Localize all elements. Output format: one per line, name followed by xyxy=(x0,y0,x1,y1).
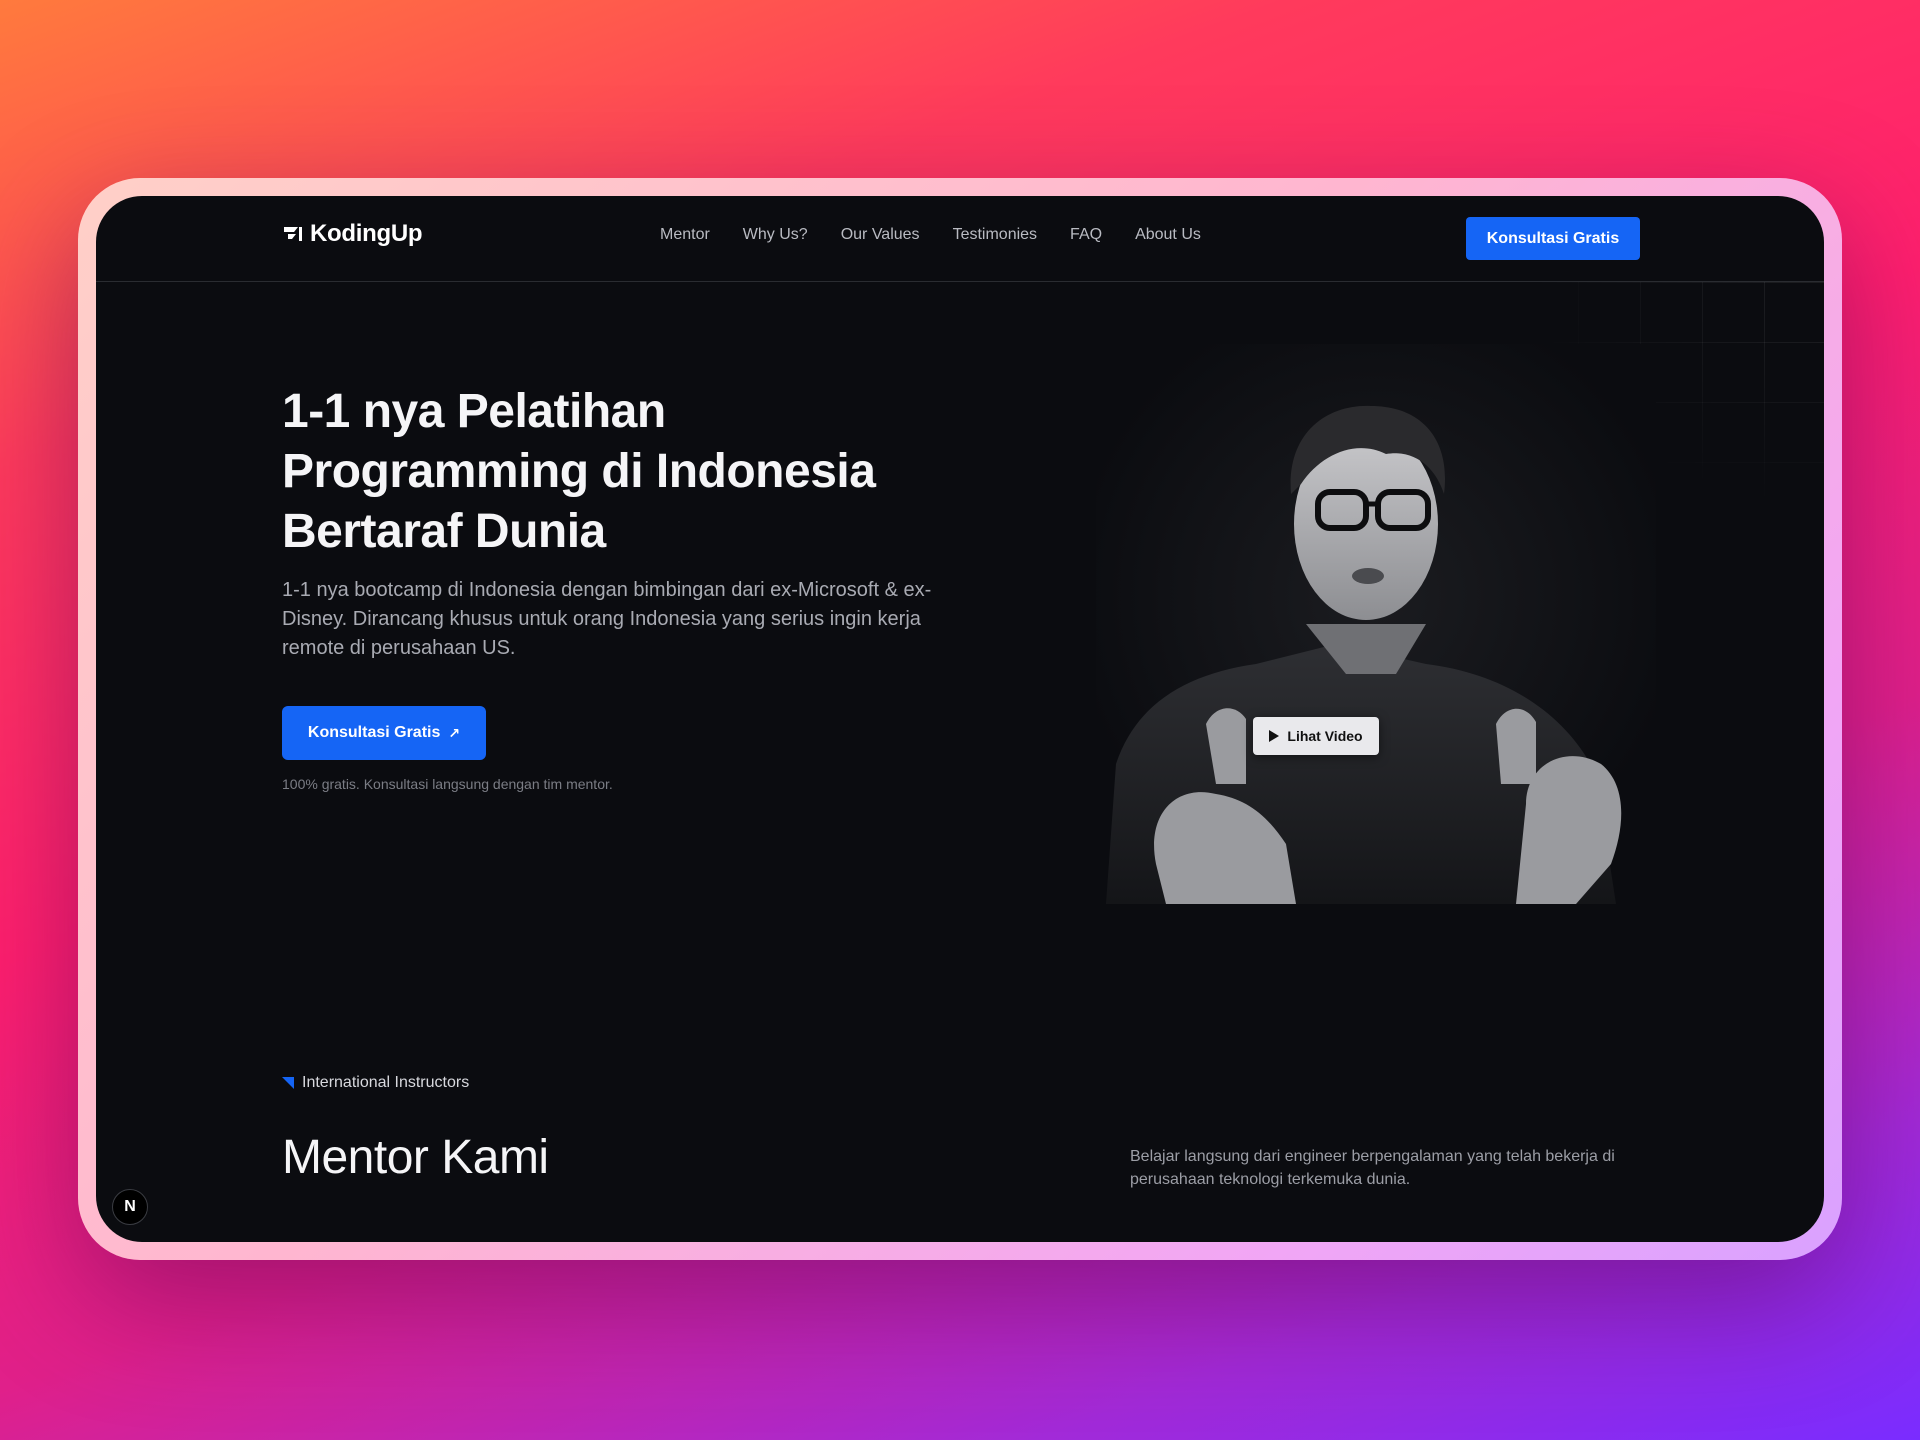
brand-logo[interactable]: KodingUp xyxy=(282,220,423,248)
mentor-section-title: Mentor Kami xyxy=(282,1131,549,1184)
kodingup-logo-icon xyxy=(284,227,302,241)
corner-accent-icon xyxy=(282,1077,294,1089)
nav-links: Mentor Why Us? Our Values Testimonies FA… xyxy=(660,226,1234,244)
browser-screen: KodingUp Mentor Why Us? Our Values Testi… xyxy=(96,196,1824,1242)
nav-link-why-us[interactable]: Why Us? xyxy=(743,226,808,244)
watch-video-button[interactable]: Lihat Video xyxy=(1253,717,1379,755)
brand-name: KodingUp xyxy=(310,220,423,247)
dev-tools-badge[interactable]: N xyxy=(112,1189,148,1225)
watch-video-label: Lihat Video xyxy=(1287,728,1363,744)
nav-link-faq[interactable]: FAQ xyxy=(1070,226,1102,244)
section-eyebrow-label: International Instructors xyxy=(302,1074,470,1091)
mentor-section-description: Belajar langsung dari engineer berpengal… xyxy=(1130,1148,1615,1188)
section-eyebrow: International Instructors xyxy=(282,1074,469,1092)
mentor-portrait xyxy=(1096,344,1656,904)
nav-consultation-button[interactable]: Konsultasi Gratis xyxy=(1466,217,1640,260)
hero-title: 1-1 nya Pelatihan Programming di Indones… xyxy=(282,385,876,558)
nav-link-mentor[interactable]: Mentor xyxy=(660,226,710,244)
hero-consultation-button[interactable]: Konsultasi Gratis ↗ xyxy=(282,706,486,760)
hero-cta-label: Konsultasi Gratis xyxy=(307,724,441,741)
nav-link-testimonies[interactable]: Testimonies xyxy=(953,226,1037,244)
arrow-up-right-icon: ↗ xyxy=(448,724,461,741)
play-icon xyxy=(1269,730,1280,742)
hero-note: 100% gratis. Konsultasi langsung dengan … xyxy=(282,776,613,792)
nav-link-about-us[interactable]: About Us xyxy=(1135,226,1201,244)
hero-description: 1-1 nya bootcamp di Indonesia dengan bim… xyxy=(282,579,932,659)
top-navbar: KodingUp Mentor Why Us? Our Values Testi… xyxy=(96,196,1824,282)
nav-link-our-values[interactable]: Our Values xyxy=(841,226,920,244)
hero-video[interactable]: Lihat Video xyxy=(1096,344,1656,904)
